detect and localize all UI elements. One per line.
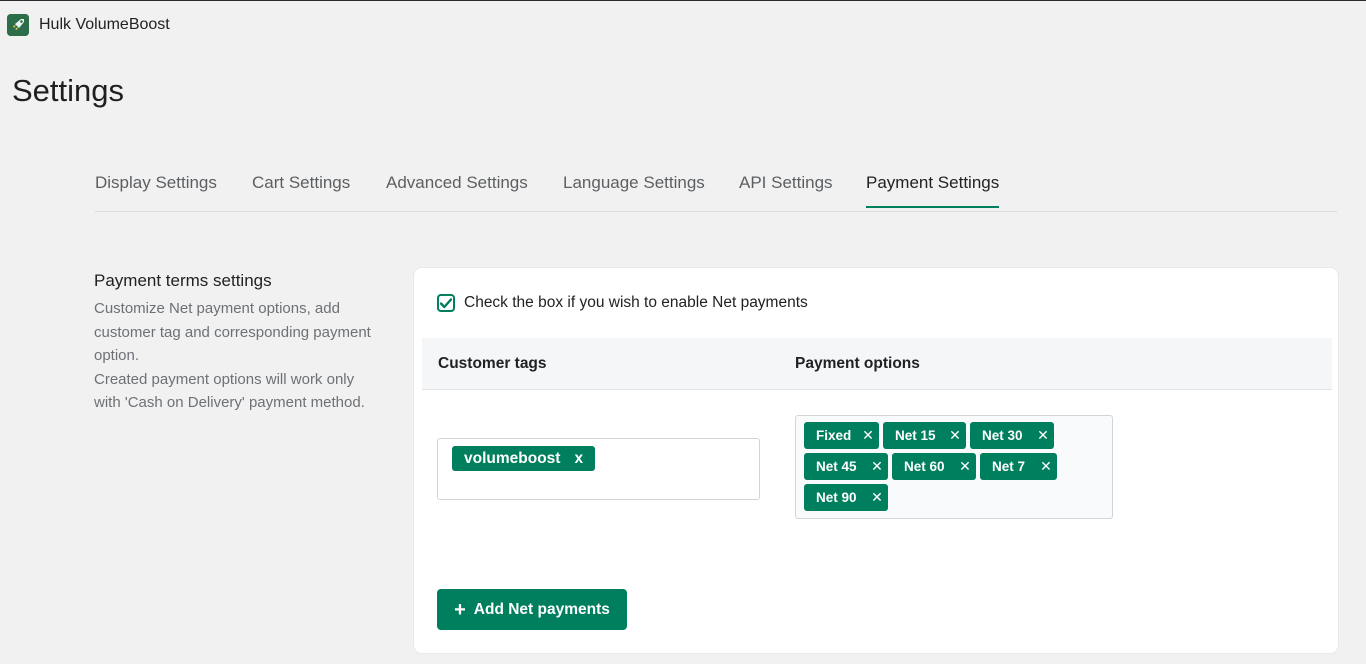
payment-option-chip: Net 30 ✕ (970, 422, 1054, 449)
remove-tag-close-icon[interactable]: x (574, 450, 583, 468)
remove-option-close-icon[interactable]: ✕ (1039, 458, 1053, 474)
payment-option-chip: Fixed ✕ (804, 422, 879, 449)
customer-tags-header: Customer tags (438, 355, 547, 372)
plus-icon: + (454, 598, 466, 621)
add-net-payments-button[interactable]: + Add Net payments (437, 589, 627, 630)
customer-tag-label: volumeboost (464, 449, 561, 467)
section-description-line-1: Customize Net payment options, add custo… (94, 300, 371, 364)
tab-payment-settings[interactable]: Payment Settings (866, 163, 1000, 208)
remove-option-close-icon[interactable]: ✕ (948, 427, 962, 443)
net-payments-card: Check the box if you wish to enable Net … (414, 268, 1338, 653)
settings-tabs: Display Settings Cart Settings Advanced … (95, 163, 1337, 212)
checkmark-icon (440, 297, 452, 308)
section-description: Customize Net payment options, add custo… (94, 297, 384, 415)
payment-option-chip: Net 90 ✕ (804, 484, 888, 511)
page-title: Settings (12, 73, 125, 108)
payment-option-chip: Net 15 ✕ (883, 422, 966, 449)
app-logo-icon (7, 14, 29, 36)
add-net-payments-label: Add Net payments (473, 600, 610, 618)
payment-option-chip: Net 60 ✕ (892, 453, 976, 480)
tab-cart-settings[interactable]: Cart Settings (252, 163, 350, 207)
customer-tags-input[interactable]: volumeboost x (437, 438, 760, 500)
app-header: Hulk VolumeBoost (7, 14, 170, 36)
payment-option-label: Fixed (816, 428, 852, 443)
remove-option-close-icon[interactable]: ✕ (870, 489, 884, 505)
section-info: Payment terms settings Customize Net pay… (94, 271, 384, 415)
payment-option-chip: Net 45 ✕ (804, 453, 888, 480)
remove-option-close-icon[interactable]: ✕ (958, 458, 972, 474)
tab-display-settings[interactable]: Display Settings (95, 163, 217, 207)
section-heading: Payment terms settings (94, 271, 272, 290)
payment-option-chip: Net 7 ✕ (980, 453, 1057, 480)
payment-options-header: Payment options (795, 355, 920, 372)
payment-options-input[interactable]: Fixed ✕ Net 15 ✕ Net 30 ✕ Net 45 ✕ Net 6… (795, 415, 1113, 519)
customer-tag-chip: volumeboost x (452, 446, 596, 471)
tab-language-settings[interactable]: Language Settings (563, 163, 705, 207)
tab-api-settings[interactable]: API Settings (739, 163, 833, 207)
payment-option-label: Net 30 (982, 428, 1023, 443)
table-header: Customer tags Payment options (422, 338, 1332, 390)
payment-option-label: Net 7 (992, 459, 1026, 474)
payment-option-label: Net 15 (895, 428, 936, 443)
tab-advanced-settings[interactable]: Advanced Settings (386, 163, 528, 207)
section-description-line-2: Created payment options will work only w… (94, 370, 365, 412)
enable-net-payments-label: Check the box if you wish to enable Net … (464, 294, 808, 311)
payment-option-label: Net 90 (816, 490, 857, 505)
app-title: Hulk VolumeBoost (39, 16, 170, 33)
enable-net-payments-checkbox[interactable] (437, 294, 455, 312)
payment-option-label: Net 60 (904, 459, 945, 474)
remove-option-close-icon[interactable]: ✕ (870, 458, 884, 474)
enable-net-payments-row[interactable]: Check the box if you wish to enable Net … (437, 294, 808, 312)
payment-option-label: Net 45 (816, 459, 857, 474)
remove-option-close-icon[interactable]: ✕ (861, 427, 875, 443)
remove-option-close-icon[interactable]: ✕ (1036, 427, 1050, 443)
